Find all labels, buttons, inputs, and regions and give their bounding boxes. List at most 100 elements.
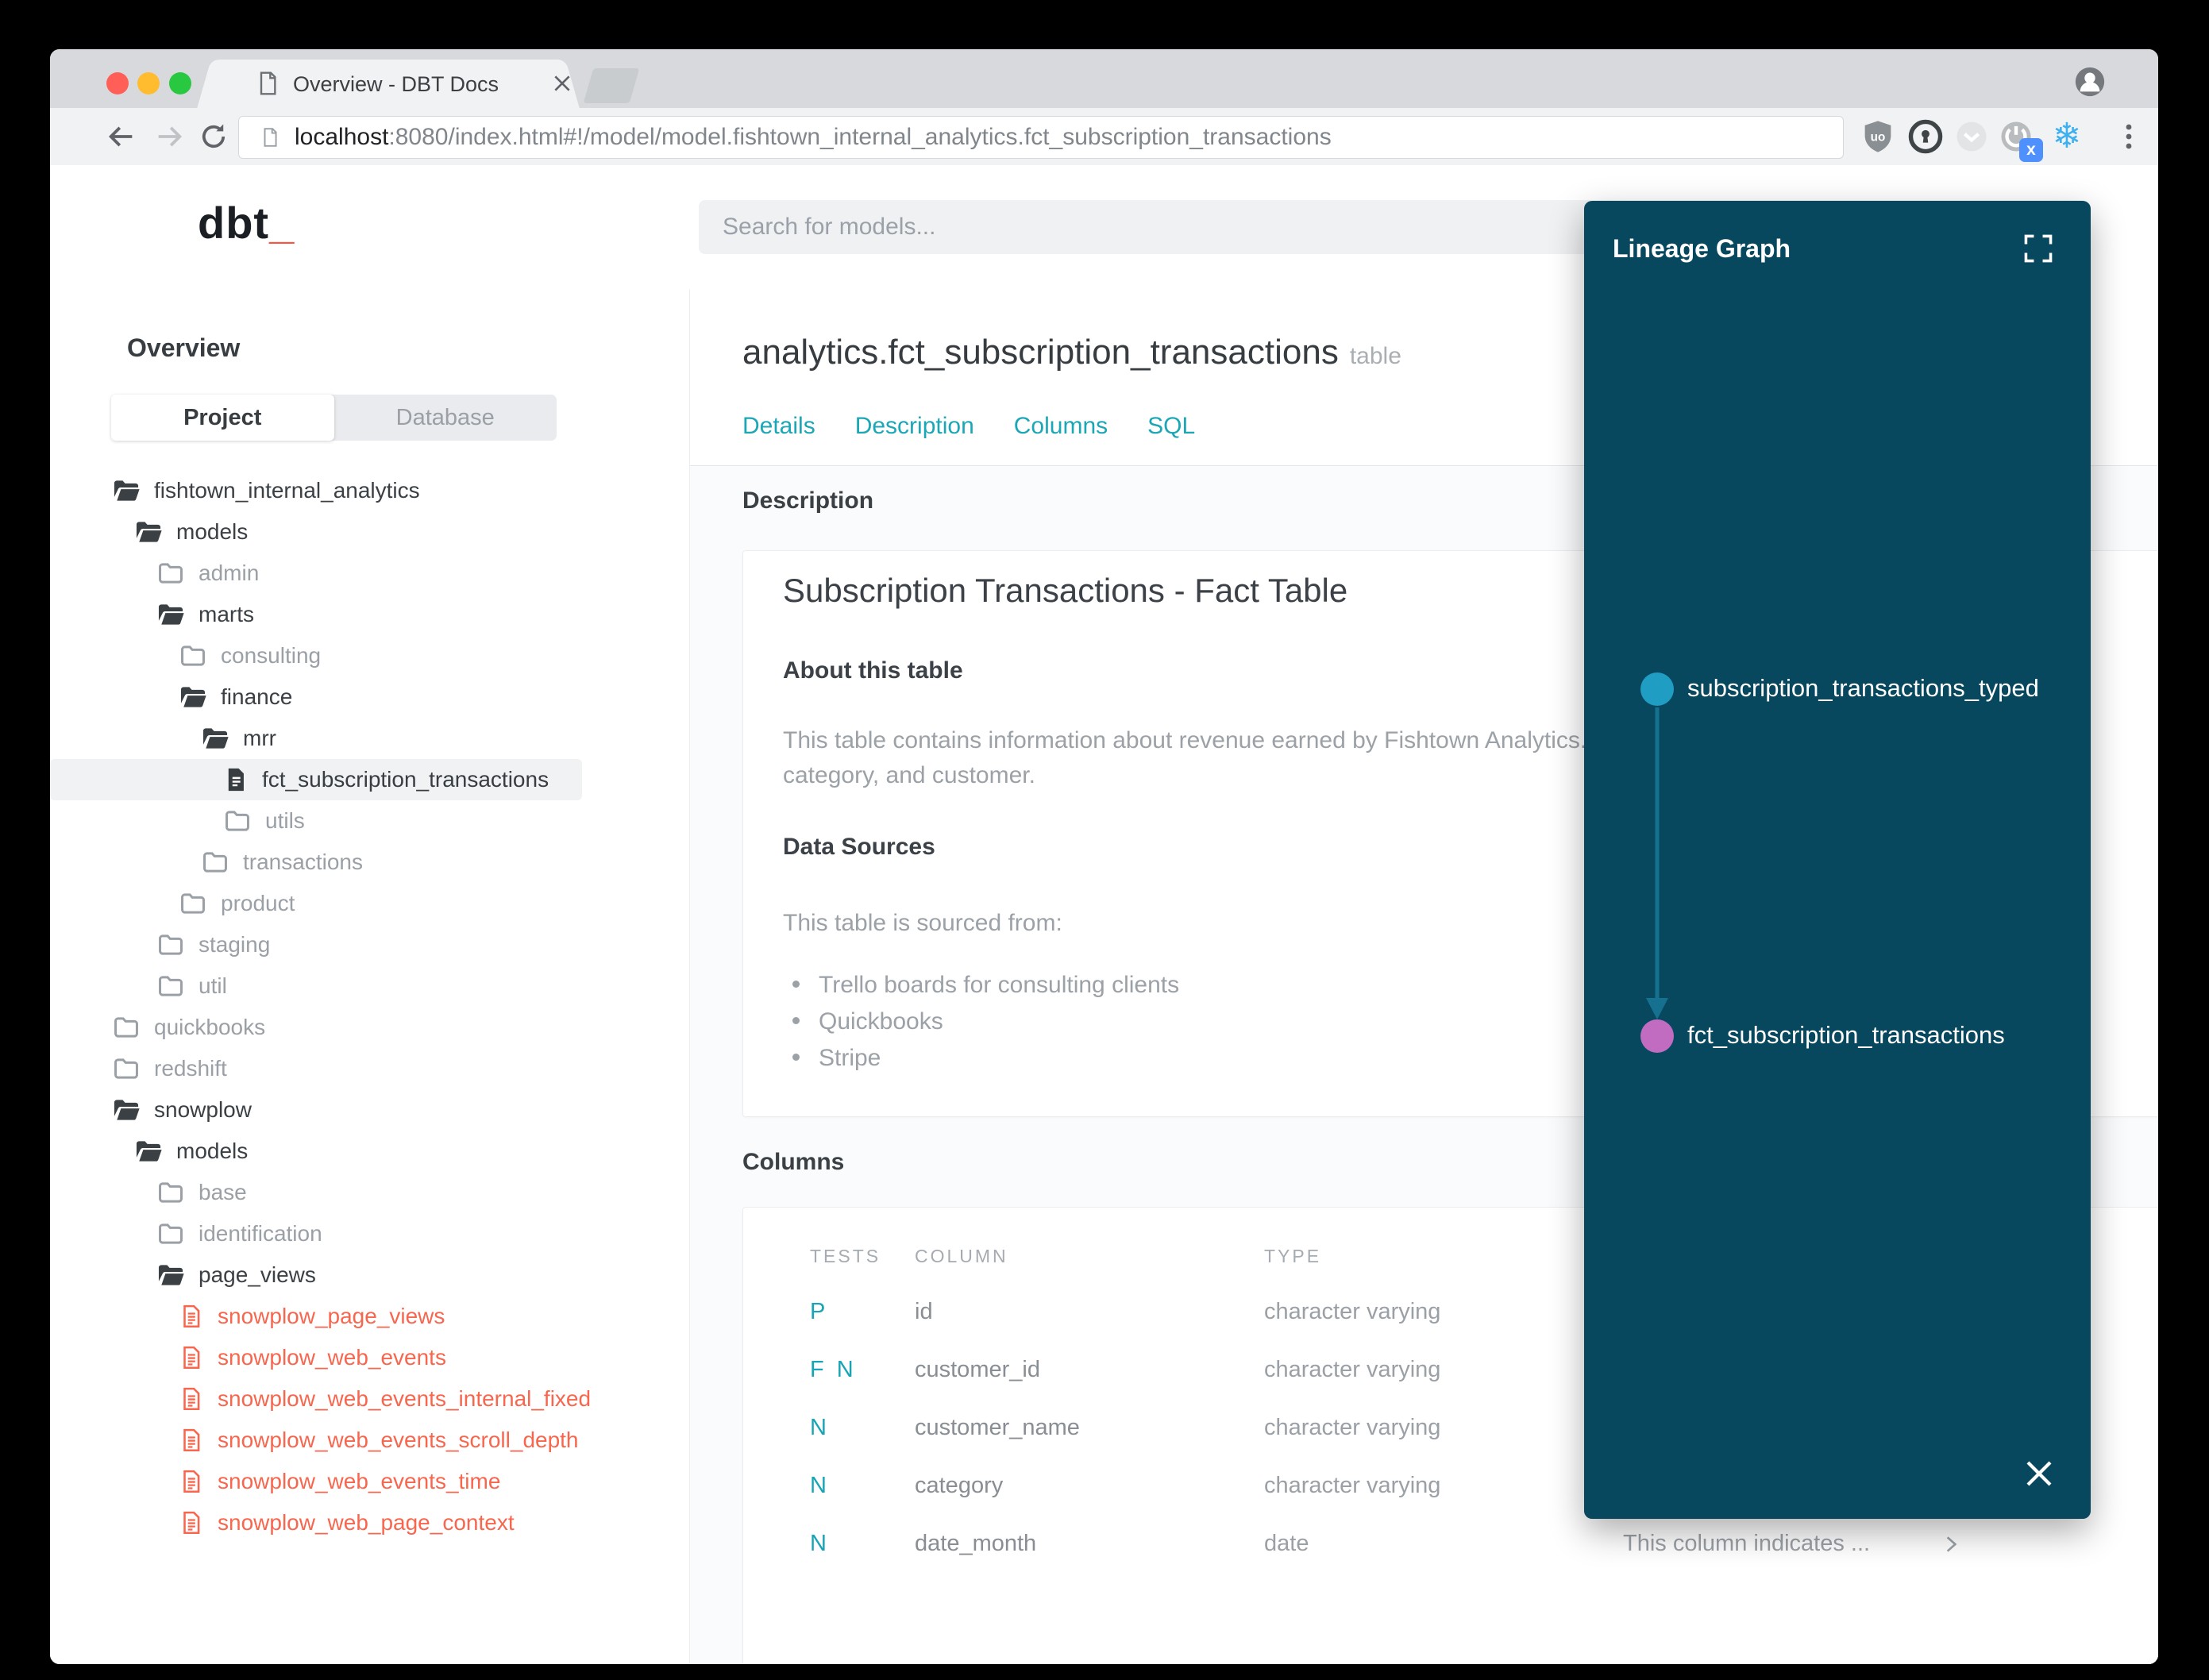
- tree-item[interactable]: fishtown_internal_analytics: [50, 470, 453, 511]
- tree-item[interactable]: base: [50, 1172, 280, 1213]
- folder-open-icon: [133, 1136, 164, 1166]
- close-window-button[interactable]: [106, 72, 129, 94]
- sidebar-title: Overview: [127, 333, 241, 362]
- folder-icon: [156, 971, 186, 1001]
- tab-strip: Overview - DBT Docs: [50, 49, 2158, 108]
- folder-open-icon: [156, 599, 186, 630]
- nav-description[interactable]: Description: [855, 413, 974, 440]
- list-item: Stripe: [783, 1040, 1179, 1077]
- folder-open-icon: [200, 723, 230, 753]
- dbt-wordmark[interactable]: dbt_: [198, 197, 295, 249]
- tree-item[interactable]: consulting: [50, 635, 354, 676]
- url-host: localhost: [295, 124, 389, 150]
- nav-sql[interactable]: SQL: [1147, 413, 1195, 440]
- lineage-node-current[interactable]: [1640, 1019, 1674, 1053]
- nav-columns[interactable]: Columns: [1014, 413, 1108, 440]
- tree-item-model[interactable]: snowplow_web_events_internal_fixed: [50, 1378, 624, 1420]
- browser-window: Overview - DBT Docs localhost:8080/index…: [50, 49, 2158, 1664]
- col-header-type: TYPE: [1264, 1246, 1322, 1266]
- power-extension-icon[interactable]: x: [1997, 118, 2043, 162]
- tab-database[interactable]: Database: [334, 395, 557, 441]
- close-icon[interactable]: [2022, 1457, 2056, 1490]
- reload-icon[interactable]: [198, 121, 229, 152]
- browser-tab[interactable]: Overview - DBT Docs: [220, 60, 557, 108]
- lineage-graph-panel: Lineage Graph subscription_transactions_…: [1584, 201, 2091, 1519]
- table-row[interactable]: N date_month date This column indicates …: [743, 1516, 2158, 1574]
- folder-icon: [156, 930, 186, 960]
- model-file-icon: [178, 1509, 205, 1536]
- forward-icon[interactable]: [153, 121, 185, 152]
- lineage-graph: [1640, 672, 1674, 1053]
- tree-item[interactable]: product: [50, 883, 328, 924]
- dbt-logo-icon[interactable]: [131, 194, 183, 246]
- url-text: localhost:8080/index.html#!/model/model.…: [295, 124, 1332, 151]
- folder-icon: [178, 641, 208, 671]
- folder-icon: [178, 888, 208, 919]
- tree-item[interactable]: finance: [50, 676, 326, 718]
- source-toggle: Project Database: [111, 395, 557, 441]
- about-heading: About this table: [783, 657, 963, 684]
- tree-item[interactable]: models: [50, 1131, 281, 1172]
- screenshot-frame: Overview - DBT Docs localhost:8080/index…: [0, 0, 2209, 1680]
- chrome-menu-icon[interactable]: [2111, 119, 2146, 154]
- zoom-window-button[interactable]: [169, 72, 191, 94]
- model-file-icon: [178, 1468, 205, 1495]
- url-path: :8080/index.html#!/model/model.fishtown_…: [388, 124, 1332, 150]
- tree-item-model[interactable]: snowplow_web_page_context: [50, 1502, 548, 1543]
- page-info-icon[interactable]: [260, 125, 280, 149]
- 1password-extension-icon[interactable]: [1906, 118, 1945, 156]
- chevron-right-icon[interactable]: [1941, 1534, 1961, 1555]
- address-bar[interactable]: localhost:8080/index.html#!/model/model.…: [238, 116, 1844, 159]
- resource-type-label: table: [1349, 343, 1401, 369]
- tree-item-model[interactable]: snowplow_web_events_scroll_depth: [50, 1420, 612, 1461]
- new-tab-button[interactable]: [583, 68, 640, 103]
- tree-item-selected[interactable]: fct_subscription_transactions: [50, 759, 583, 800]
- lineage-node-parent[interactable]: [1640, 672, 1674, 706]
- folder-open-icon: [156, 1260, 186, 1290]
- ublock-extension-icon[interactable]: [1859, 118, 1897, 156]
- pocket-extension-icon[interactable]: [1953, 118, 1991, 156]
- columns-section-label: Columns: [742, 1149, 845, 1175]
- folder-open-icon: [111, 476, 141, 506]
- tree-item[interactable]: transactions: [50, 842, 396, 883]
- tree-item-model[interactable]: snowplow_web_events_time: [50, 1461, 534, 1502]
- profile-avatar-icon[interactable]: [2073, 65, 2107, 98]
- sources-intro: This table is sourced from:: [783, 910, 1062, 936]
- minimize-window-button[interactable]: [137, 72, 160, 94]
- col-header-tests: TESTS: [810, 1246, 881, 1266]
- tree-item[interactable]: redshift: [50, 1048, 260, 1089]
- tree-item[interactable]: identification: [50, 1213, 356, 1254]
- tree-item[interactable]: admin: [50, 553, 292, 594]
- lineage-node-label[interactable]: fct_subscription_transactions: [1687, 1021, 2005, 1050]
- model-file-icon: [222, 766, 249, 793]
- tree-item[interactable]: util: [50, 965, 260, 1007]
- browser-toolbar: localhost:8080/index.html#!/model/model.…: [50, 108, 2158, 166]
- tree-item[interactable]: snowplow: [50, 1089, 285, 1131]
- tree-item[interactable]: models: [50, 511, 281, 553]
- back-icon[interactable]: [106, 121, 137, 152]
- nav-details[interactable]: Details: [742, 413, 815, 440]
- folder-icon: [111, 1054, 141, 1084]
- page-title: analytics.fct_subscription_transactions t…: [742, 333, 1401, 372]
- model-file-icon: [178, 1344, 205, 1371]
- tree-item-model[interactable]: snowplow_page_views: [50, 1296, 478, 1337]
- tree-item-model[interactable]: snowplow_web_events: [50, 1337, 480, 1378]
- tree-item[interactable]: staging: [50, 924, 303, 965]
- tree-item[interactable]: utils: [50, 800, 338, 842]
- folder-open-icon: [133, 517, 164, 547]
- folder-icon: [156, 1177, 186, 1208]
- tab-title: Overview - DBT Docs: [293, 72, 499, 96]
- extension-badge: x: [2019, 138, 2043, 162]
- model-file-icon: [178, 1385, 205, 1412]
- folder-icon: [156, 1219, 186, 1249]
- sources-heading: Data Sources: [783, 834, 935, 860]
- tree-item[interactable]: quickbooks: [50, 1007, 299, 1048]
- tab-project[interactable]: Project: [111, 395, 334, 441]
- tree-item[interactable]: marts: [50, 594, 287, 635]
- lineage-node-label[interactable]: subscription_transactions_typed: [1687, 674, 2039, 703]
- sources-list: Trello boards for consulting clients Qui…: [783, 967, 1179, 1077]
- tree-item[interactable]: page_views: [50, 1254, 349, 1296]
- snowflake-extension-icon[interactable]: ❄: [2048, 118, 2086, 156]
- tab-close-icon[interactable]: [552, 73, 572, 94]
- tree-item[interactable]: mrr: [50, 718, 310, 759]
